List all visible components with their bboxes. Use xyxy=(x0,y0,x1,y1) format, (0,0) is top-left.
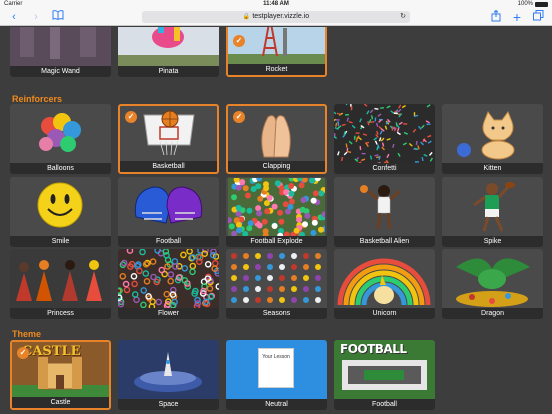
tile-label: Spike xyxy=(442,236,543,247)
football-theme-art: FOOTBALL xyxy=(334,340,435,400)
tile-seasons[interactable]: Seasons xyxy=(226,249,327,319)
tile-label: Football xyxy=(118,236,219,247)
tile-balloons[interactable]: Balloons xyxy=(10,104,111,174)
battery-percent: 100% xyxy=(517,1,533,7)
princess-art xyxy=(10,249,111,309)
pinata-art xyxy=(118,27,219,67)
reinforcers-heading: Reinforcers xyxy=(12,94,63,104)
spike-art xyxy=(442,177,543,237)
tile-smile[interactable]: Smile xyxy=(10,177,111,247)
theme-heading: Theme xyxy=(12,329,42,339)
screen: Carrier 11:48 AM 100% ‹ › 🔒 testplayer.vi… xyxy=(0,0,552,414)
football-helmets-art xyxy=(118,177,219,237)
football-explode-art xyxy=(226,177,327,237)
magic-wand-art xyxy=(10,27,111,67)
bookmarks-icon[interactable] xyxy=(51,10,65,24)
tile-magic-wand[interactable]: Magic Wand xyxy=(10,27,111,77)
url-text: testplayer.vizzle.io xyxy=(252,13,310,20)
tile-rocket[interactable]: ✓ Rocket xyxy=(226,27,327,77)
tile-label: Football Explode xyxy=(226,236,327,247)
status-time: 11:48 AM xyxy=(263,1,289,7)
tile-football-theme[interactable]: FOOTBALL Football xyxy=(334,340,435,410)
tile-label: Seasons xyxy=(226,308,327,319)
tile-label: Basketball Alien xyxy=(334,236,435,247)
status-bar: Carrier 11:48 AM 100% xyxy=(0,0,552,8)
tile-label: Space xyxy=(118,399,219,410)
tile-label: Kitten xyxy=(442,163,543,174)
tile-label: Dragon xyxy=(442,308,543,319)
tile-football-explode[interactable]: Football Explode xyxy=(226,177,327,247)
check-icon: ✓ xyxy=(17,347,29,359)
tile-label: Castle xyxy=(12,397,109,408)
tile-confetti[interactable]: Confetti xyxy=(334,104,435,174)
tile-label: Flower xyxy=(118,308,219,319)
tile-space-theme[interactable]: Space xyxy=(118,340,219,410)
basketball-alien-art xyxy=(334,177,435,237)
tile-basketball[interactable]: ✓ Basketball xyxy=(118,104,219,174)
unicorn-art xyxy=(334,249,435,309)
smile-art xyxy=(10,177,111,237)
castle-title-art: CASTLE xyxy=(22,344,81,359)
tabs-icon[interactable] xyxy=(532,10,544,24)
tile-castle-theme[interactable]: ✓ CASTLE Castle xyxy=(10,340,111,410)
battery-indicator: 100% xyxy=(518,0,548,8)
tile-label: Magic Wand xyxy=(10,66,111,77)
tile-label: Smile xyxy=(10,236,111,247)
tile-label: Princess xyxy=(10,308,111,319)
tile-label: Balloons xyxy=(10,163,111,174)
tile-label: Rocket xyxy=(228,64,325,75)
tile-label: Pinata xyxy=(118,66,219,77)
tile-label: Unicorn xyxy=(334,308,435,319)
dragon-art xyxy=(442,249,543,309)
check-icon: ✓ xyxy=(125,111,137,123)
seasons-art xyxy=(226,249,327,309)
lock-icon: 🔒 xyxy=(242,14,251,20)
tile-kitten[interactable]: Kitten xyxy=(442,104,543,174)
kitten-art xyxy=(442,104,543,164)
tile-label: Clapping xyxy=(228,161,325,172)
neutral-lesson-text: Your Lesson xyxy=(262,354,290,360)
confetti-art xyxy=(334,104,435,164)
tile-princess[interactable]: Princess xyxy=(10,249,111,319)
forward-icon[interactable]: › xyxy=(30,10,42,24)
tile-dragon[interactable]: Dragon xyxy=(442,249,543,319)
tile-spike[interactable]: Spike xyxy=(442,177,543,247)
tile-label: Confetti xyxy=(334,163,435,174)
flower-art xyxy=(118,249,219,309)
tile-unicorn[interactable]: Unicorn xyxy=(334,249,435,319)
new-tab-icon[interactable]: + xyxy=(511,10,523,24)
browser-toolbar: ‹ › 🔒 testplayer.vizzle.io ↻ + xyxy=(0,8,552,26)
balloons-art xyxy=(10,104,111,164)
tile-basketball-alien[interactable]: Basketball Alien xyxy=(334,177,435,247)
back-icon[interactable]: ‹ xyxy=(8,10,20,24)
tile-pinata[interactable]: Pinata xyxy=(118,27,219,77)
rocket-art xyxy=(228,27,325,66)
tile-flower[interactable]: Flower xyxy=(118,249,219,319)
space-art xyxy=(118,340,219,400)
tile-label: Football xyxy=(334,399,435,410)
address-bar[interactable]: 🔒 testplayer.vizzle.io ↻ xyxy=(142,11,410,23)
reinforcer-page: Magic Wand Pinata ✓ Rocket Reinforcers B… xyxy=(0,27,552,414)
reload-icon[interactable]: ↻ xyxy=(400,11,406,23)
tile-label: Basketball xyxy=(120,161,217,172)
tile-football[interactable]: Football xyxy=(118,177,219,247)
tile-label: Neutral xyxy=(226,399,327,410)
tile-clapping[interactable]: ✓ Clapping xyxy=(226,104,327,174)
football-title-art: FOOTBALL xyxy=(340,342,407,356)
check-icon: ✓ xyxy=(233,35,245,47)
battery-icon xyxy=(535,1,548,7)
neutral-art: Your Lesson xyxy=(226,340,327,400)
check-icon: ✓ xyxy=(233,111,245,123)
tile-neutral-theme[interactable]: Your Lesson Neutral xyxy=(226,340,327,410)
share-icon[interactable] xyxy=(490,9,502,24)
